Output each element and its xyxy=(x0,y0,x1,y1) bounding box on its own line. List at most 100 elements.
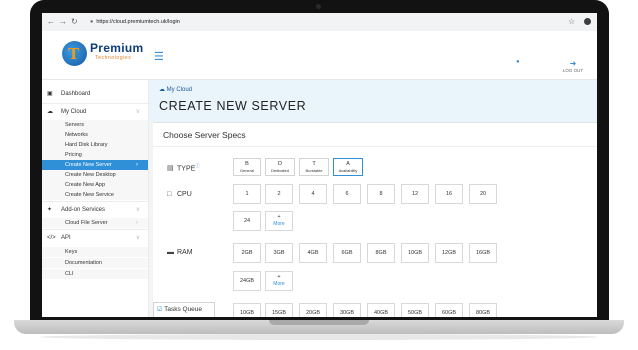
profile-icon[interactable] xyxy=(584,18,591,25)
tasks-option[interactable]: 30GB xyxy=(333,303,361,317)
sidebar-subitem-label: Networks xyxy=(65,132,88,138)
type-option-code: A xyxy=(346,161,350,167)
type-option-code: T xyxy=(312,161,316,167)
sidebar-item-label: Dashboard xyxy=(61,91,91,97)
sidebar-subitem-label: Create New Server xyxy=(65,162,112,168)
address-bar[interactable]: ● https://cloud.premiumtech.uk/login xyxy=(90,16,530,28)
reload-icon[interactable]: ↻ xyxy=(71,17,78,26)
sidebar-item-addon-services[interactable]: ✦ Add-on Services ∨ xyxy=(42,202,148,218)
cpu-option[interactable]: 1 xyxy=(233,184,261,204)
sidebar-subitem-create-new-app[interactable]: Create New App xyxy=(42,180,148,190)
type-option-name: Dedicated xyxy=(270,168,289,173)
cpu-icon: □ xyxy=(167,191,172,198)
sidebar-subitem-label: Pricing xyxy=(65,152,82,158)
tasks-option[interactable]: 10GB xyxy=(233,303,261,317)
cpu-option[interactable]: 6 xyxy=(333,184,361,204)
ram-option[interactable]: 3GB xyxy=(265,243,293,263)
sidebar-item-label: Add-on Services xyxy=(61,207,106,213)
ram-label: ▬ RAM xyxy=(167,248,193,257)
screen: ← → ↻ ● https://cloud.premiumtech.uk/logi… xyxy=(42,13,597,317)
type-option-t[interactable]: T Burstable xyxy=(299,158,329,176)
ram-label-text: RAM xyxy=(177,249,193,256)
plus-icon: + xyxy=(277,214,281,220)
logout-icon: ➜ xyxy=(569,59,577,68)
ram-value: 4GB xyxy=(307,250,319,256)
tasks-label-text: Tasks Queue xyxy=(164,306,203,313)
cpu-option[interactable]: 12 xyxy=(401,184,429,204)
sidebar-subitem-pricing[interactable]: Pricing xyxy=(42,150,148,160)
lock-icon: ● xyxy=(90,19,94,25)
sidebar-subitem-networks[interactable]: Networks xyxy=(42,130,148,140)
tasks-option[interactable]: 15GB xyxy=(265,303,293,317)
logo[interactable]: T Premium Technologies xyxy=(62,39,143,69)
tasks-option[interactable]: 60GB xyxy=(435,303,463,317)
chevron-down-icon: ∨ xyxy=(135,109,140,115)
sidebar-item-dashboard[interactable]: ▣ Dashboard xyxy=(42,86,148,102)
chevron-right-icon: › xyxy=(136,220,138,226)
sidebar: ▣ Dashboard ☁ My Cloud ∨ Servers Network… xyxy=(42,80,149,317)
ram-value: 6GB xyxy=(341,250,353,256)
sidebar-subitem-cli[interactable]: CLI xyxy=(42,269,148,279)
sidebar-subitem-keys[interactable]: Keys xyxy=(42,247,148,257)
cpu-value: 16 xyxy=(445,191,453,197)
info-icon[interactable]: ⓘ xyxy=(195,163,200,168)
breadcrumb[interactable]: ☁ My Cloud xyxy=(159,86,192,94)
breadcrumb-label: My Cloud xyxy=(166,87,193,93)
chevron-down-icon: ∨ xyxy=(135,235,140,241)
cpu-option[interactable]: 20 xyxy=(469,184,497,204)
ram-option[interactable]: 16GB xyxy=(469,243,497,263)
ram-more-button[interactable]: + More xyxy=(265,271,293,291)
sidebar-subitem-create-new-service[interactable]: Create New Service xyxy=(42,190,148,200)
hamburger-menu-icon[interactable]: ☰ xyxy=(154,52,164,63)
sidebar-item-api[interactable]: </> API ∨ xyxy=(42,230,148,246)
ram-option[interactable]: 6GB xyxy=(333,243,361,263)
cloud-icon: ☁ xyxy=(159,87,165,93)
page-header: ☁ My Cloud CREATE NEW SERVER xyxy=(149,80,597,122)
logout-button[interactable]: ➜ LOG OUT xyxy=(558,60,588,74)
sidebar-item-my-cloud[interactable]: ☁ My Cloud ∨ xyxy=(42,104,148,120)
divider xyxy=(153,146,597,147)
cpu-option[interactable]: 24 xyxy=(233,211,261,231)
cpu-option[interactable]: 8 xyxy=(367,184,395,204)
tasks-option[interactable]: 20GB xyxy=(299,303,327,317)
sidebar-item-label: My Cloud xyxy=(61,109,87,115)
cpu-more-button[interactable]: + More xyxy=(265,211,293,231)
sidebar-subitem-servers[interactable]: Servers xyxy=(42,120,148,130)
type-option-a[interactable]: A Availability xyxy=(333,158,363,176)
ram-option[interactable]: 4GB xyxy=(299,243,327,263)
ram-option[interactable]: 8GB xyxy=(367,243,395,263)
sidebar-subitem-hard-disk-library[interactable]: Hard Disk Library xyxy=(42,140,148,150)
cpu-label-text: CPU xyxy=(177,191,192,198)
cpu-value: 6 xyxy=(345,191,349,197)
cpu-value: 24 xyxy=(243,218,251,224)
tasks-option[interactable]: 80GB xyxy=(469,303,497,317)
ram-option[interactable]: 2GB xyxy=(233,243,261,263)
ram-option[interactable]: 10GB xyxy=(401,243,429,263)
ram-option[interactable]: 24GB xyxy=(233,271,261,291)
type-option-b[interactable]: B General xyxy=(233,158,261,176)
cpu-value: 12 xyxy=(411,191,419,197)
type-option-d[interactable]: D Dedicated xyxy=(265,158,295,176)
ram-value: 16GB xyxy=(475,250,491,256)
user-icon[interactable]: ● xyxy=(516,59,520,66)
tasks-option[interactable]: 40GB xyxy=(367,303,395,317)
forward-icon[interactable]: → xyxy=(59,17,67,26)
back-icon[interactable]: ← xyxy=(47,17,55,26)
tasks-queue-label[interactable]: ☑ Tasks Queue xyxy=(153,302,215,317)
sidebar-subitem-cloud-file-server[interactable]: Cloud File Server › xyxy=(42,218,148,228)
ram-value: 3GB xyxy=(273,250,285,256)
bookmark-star-icon[interactable]: ☆ xyxy=(568,17,575,26)
cpu-option[interactable]: 2 xyxy=(265,184,293,204)
puzzle-icon: ✦ xyxy=(47,207,53,213)
sidebar-subitem-documentation[interactable]: Documentation xyxy=(42,258,148,268)
sidebar-subitem-create-new-desktop[interactable]: Create New Desktop xyxy=(42,170,148,180)
sidebar-subitem-label: Documentation xyxy=(65,260,102,266)
page-title: CREATE NEW SERVER xyxy=(159,99,307,113)
type-option-code: D xyxy=(278,161,282,167)
sidebar-subitem-create-new-server[interactable]: Create New Server › xyxy=(42,160,148,170)
cpu-option[interactable]: 16 xyxy=(435,184,463,204)
check-icon: ☑ xyxy=(157,307,163,313)
cpu-option[interactable]: 4 xyxy=(299,184,327,204)
ram-option[interactable]: 12GB xyxy=(435,243,463,263)
tasks-option[interactable]: 50GB xyxy=(401,303,429,317)
